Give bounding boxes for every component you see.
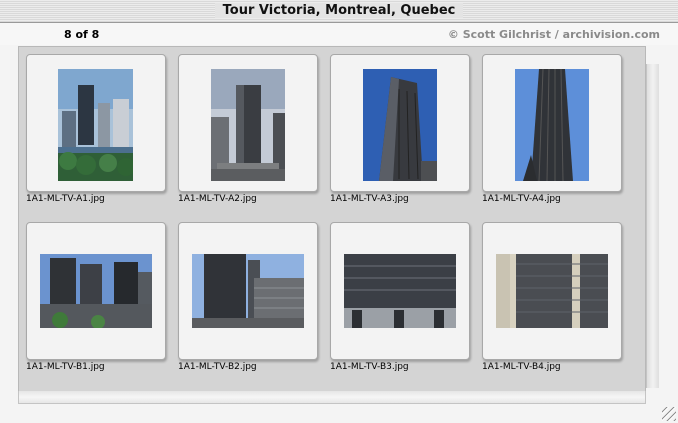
thumbnail-image[interactable] xyxy=(58,69,133,181)
window-titlebar[interactable]: Tour Victoria, Montreal, Quebec xyxy=(0,0,678,23)
thumbnail-filename: 1A1-ML-TV-A3.jpg xyxy=(330,194,409,204)
vertical-scrollbar[interactable] xyxy=(646,64,659,388)
window-title: Tour Victoria, Montreal, Quebec xyxy=(214,3,464,18)
thumbnail-image[interactable] xyxy=(496,254,608,328)
thumbnail-image[interactable] xyxy=(192,254,304,328)
horizontal-scrollbar[interactable] xyxy=(18,391,646,404)
thumbnail-image[interactable] xyxy=(515,69,589,181)
thumbnail-browser: 1A1-ML-TV-A1.jpg 1A1-ML-TV-A2.jpg 1A1-ML… xyxy=(18,46,646,392)
thumbnail-frame[interactable] xyxy=(26,54,166,192)
thumbnail-frame[interactable] xyxy=(26,222,166,360)
thumbnail-filename: 1A1-ML-TV-A2.jpg xyxy=(178,194,257,204)
thumbnail-frame[interactable] xyxy=(178,54,318,192)
thumbnail-image[interactable] xyxy=(344,254,456,328)
thumbnail-image[interactable] xyxy=(363,69,437,181)
thumbnail-frame[interactable] xyxy=(482,54,622,192)
thumbnail-filename: 1A1-ML-TV-B3.jpg xyxy=(330,362,409,372)
thumbnail-frame[interactable] xyxy=(330,222,470,360)
info-bar: 8 of 8 © Scott Gilchrist / archivision.c… xyxy=(0,23,678,45)
image-count: 8 of 8 xyxy=(64,28,100,41)
thumbnail-filename: 1A1-ML-TV-B1.jpg xyxy=(26,362,105,372)
resize-grip-icon[interactable] xyxy=(662,407,676,421)
copyright-credit: © Scott Gilchrist / archivision.com xyxy=(447,28,660,41)
thumbnail-frame[interactable] xyxy=(482,222,622,360)
thumbnail-frame[interactable] xyxy=(330,54,470,192)
thumbnail-image[interactable] xyxy=(211,69,285,181)
thumbnail-filename: 1A1-ML-TV-B2.jpg xyxy=(178,362,257,372)
thumbnail-filename: 1A1-ML-TV-A1.jpg xyxy=(26,194,105,204)
thumbnail-frame[interactable] xyxy=(178,222,318,360)
thumbnail-filename: 1A1-ML-TV-A4.jpg xyxy=(482,194,561,204)
thumbnail-image[interactable] xyxy=(40,254,152,328)
thumbnail-filename: 1A1-ML-TV-B4.jpg xyxy=(482,362,561,372)
